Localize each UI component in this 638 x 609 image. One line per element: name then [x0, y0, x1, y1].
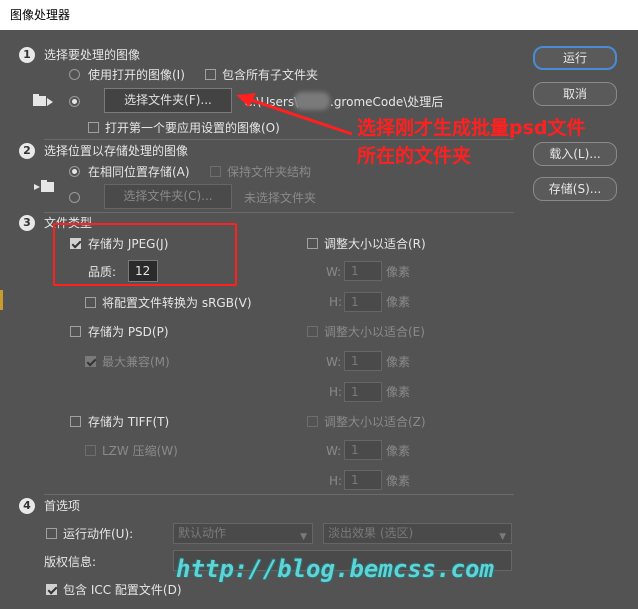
keep-structure-checkbox[interactable] [210, 166, 221, 177]
psd-height-label: H: [329, 385, 343, 399]
tiff-width-unit: 像素 [386, 444, 411, 458]
jpeg-width-unit: 像素 [386, 265, 411, 279]
step-1-badge: 1 [19, 47, 35, 63]
action-set-value: 默认动作 [178, 526, 227, 540]
convert-srgb-label: 将配置文件转换为 sRGB(V) [102, 296, 252, 310]
select-output-folder-button[interactable]: 选择文件夹(C)... [104, 184, 232, 209]
load-button[interactable]: 载入(L)... [533, 142, 617, 166]
title-bar: 图像处理器 [0, 0, 638, 30]
output-folder-icon [33, 180, 55, 194]
convert-srgb-checkbox[interactable] [85, 297, 96, 308]
same-location-label: 在相同位置存储(A) [88, 165, 190, 179]
tiff-height-label: H: [329, 474, 343, 488]
jpeg-height-input[interactable]: 1 [344, 292, 382, 312]
action-value: 淡出效果 (选区) [328, 526, 414, 540]
watermark-text: http://blog.bemcss.com [176, 555, 494, 583]
use-open-images-radio[interactable] [69, 69, 80, 80]
copyright-label: 版权信息: [44, 555, 97, 569]
annotation-line-2: 所在的文件夹 [357, 145, 472, 167]
jpeg-width-input[interactable]: 1 [344, 261, 382, 281]
same-location-radio[interactable] [69, 166, 80, 177]
run-action-label: 运行动作(U): [63, 527, 134, 541]
select-source-folder-button[interactable]: 选择文件夹(F)... [104, 88, 232, 113]
divider [44, 212, 514, 213]
save-as-tiff-checkbox[interactable] [70, 416, 81, 427]
step-3-badge: 3 [19, 215, 35, 231]
psd-width-input[interactable]: 1 [344, 351, 382, 371]
step-4-badge: 4 [19, 498, 35, 514]
tiff-resize-label: 调整大小以适合(Z) [324, 415, 426, 429]
save-as-psd-checkbox[interactable] [70, 326, 81, 337]
psd-width-label: W: [326, 355, 342, 369]
include-icc-label: 包含 ICC 配置文件(D) [63, 583, 182, 597]
use-open-images-label: 使用打开的图像(I) [88, 68, 185, 82]
select-output-folder-radio[interactable] [69, 192, 80, 203]
include-subfolders-checkbox[interactable] [205, 69, 216, 80]
annotation-line-1: 选择刚才生成批量psd文件 [357, 117, 586, 139]
tiff-width-label: W: [326, 444, 342, 458]
jpeg-resize-label: 调整大小以适合(R) [324, 237, 426, 251]
tiff-height-input[interactable]: 1 [344, 470, 382, 490]
select-folder-radio[interactable] [69, 96, 80, 107]
no-folder-label: 未选择文件夹 [244, 191, 317, 205]
tiff-height-unit: 像素 [386, 474, 411, 488]
include-subfolders-label: 包含所有子文件夹 [222, 68, 319, 82]
save-as-tiff-label: 存储为 TIFF(T) [88, 415, 170, 429]
jpeg-width-label: W: [326, 265, 342, 279]
keep-structure-label: 保持文件夹结构 [227, 165, 312, 179]
chevron-down-icon: ▼ [499, 532, 506, 542]
cancel-button[interactable]: 取消 [533, 82, 617, 106]
section4-title: 首选项 [44, 499, 81, 513]
action-select[interactable]: 淡出效果 (选区) ▼ [323, 523, 512, 544]
run-action-checkbox[interactable] [46, 528, 57, 539]
jpeg-highlight-box [53, 223, 237, 286]
save-as-psd-label: 存储为 PSD(P) [88, 325, 169, 339]
chevron-down-icon: ▼ [300, 532, 307, 542]
jpeg-resize-checkbox[interactable] [307, 238, 318, 249]
image-folder-icon [33, 93, 55, 109]
window-title: 图像处理器 [10, 8, 71, 22]
run-button[interactable]: 运行 [533, 46, 617, 70]
lzw-label: LZW 压缩(W) [102, 444, 178, 458]
jpeg-height-label: H: [329, 295, 343, 309]
include-icc-checkbox[interactable] [46, 584, 57, 595]
save-settings-button[interactable]: 存储(S)... [533, 177, 617, 201]
divider [44, 494, 514, 495]
action-set-select[interactable]: 默认动作 ▼ [173, 523, 313, 544]
lzw-checkbox[interactable] [85, 445, 96, 456]
open-first-image-checkbox[interactable] [88, 122, 99, 133]
step-2-badge: 2 [19, 143, 35, 159]
max-compat-checkbox[interactable] [85, 356, 96, 367]
section2-title: 选择位置以存储处理的图像 [44, 144, 189, 158]
annotation-arrow [234, 90, 354, 140]
tiff-width-input[interactable]: 1 [344, 440, 382, 460]
psd-width-unit: 像素 [386, 355, 411, 369]
section1-title: 选择要处理的图像 [44, 48, 141, 62]
psd-height-input[interactable]: 1 [344, 382, 382, 402]
psd-height-unit: 像素 [386, 385, 411, 399]
psd-resize-checkbox[interactable] [307, 326, 318, 337]
left-edge-accent [0, 290, 3, 310]
tiff-resize-checkbox[interactable] [307, 416, 318, 427]
jpeg-height-unit: 像素 [386, 295, 411, 309]
max-compat-label: 最大兼容(M) [102, 355, 170, 369]
psd-resize-label: 调整大小以适合(E) [324, 325, 425, 339]
